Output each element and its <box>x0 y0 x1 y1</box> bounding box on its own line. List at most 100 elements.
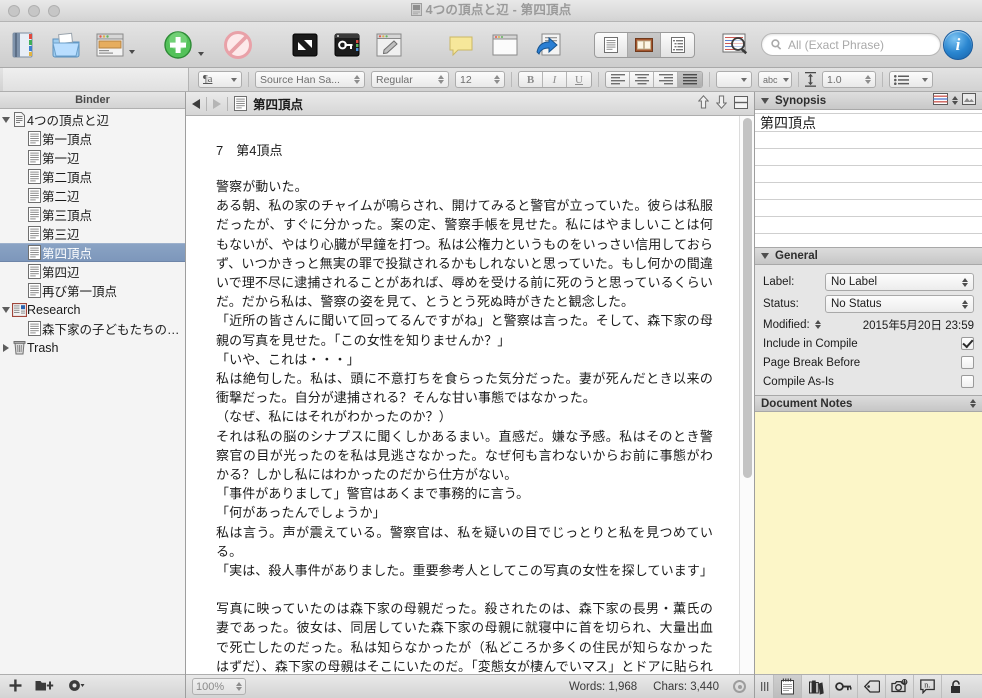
alignment-buttons[interactable] <box>605 71 703 88</box>
font-size-dropdown[interactable]: 12 <box>455 71 505 88</box>
binder-item-11[interactable]: 森下家の子どもたちの… <box>0 319 185 338</box>
font-style-dropdown[interactable]: Regular <box>371 71 449 88</box>
checkbox-row-1[interactable]: Page Break Before <box>763 353 974 372</box>
highlight-dropdown[interactable]: abc <box>758 71 792 88</box>
no-style-button[interactable] <box>222 29 254 61</box>
header-up-arrow-icon[interactable] <box>697 95 710 112</box>
line-spacing-dropdown[interactable]: 1.0 <box>822 71 876 88</box>
font-style-stepper[interactable] <box>434 75 444 84</box>
document-notes-body[interactable] <box>755 412 982 674</box>
status-dropdown[interactable]: No Status <box>825 295 974 313</box>
binder-item-5[interactable]: 第三頂点 <box>0 205 185 224</box>
align-justify-button[interactable] <box>678 72 702 87</box>
header-down-arrow-icon[interactable] <box>715 95 728 112</box>
editor-paragraph: それは私の脳のシナプスに聞くしかあるまい。直感だ。嫌な予感。私はそのとき警察官の… <box>216 428 713 483</box>
disclosure-triangle-icon[interactable] <box>0 116 11 123</box>
comment-button[interactable] <box>446 30 476 60</box>
references-tab[interactable] <box>802 674 830 698</box>
notes-tab[interactable] <box>774 674 802 698</box>
search-documents-button[interactable] <box>721 31 751 59</box>
info-button[interactable]: i <box>943 29 973 60</box>
font-family-dropdown[interactable]: Source Han Sa... <box>255 71 365 88</box>
align-left-button[interactable] <box>606 72 630 87</box>
split-editor-icon[interactable] <box>734 95 748 112</box>
line-spacing-stepper[interactable] <box>861 75 871 84</box>
view-document-button[interactable] <box>595 32 628 57</box>
underline-button[interactable]: U <box>567 72 591 87</box>
align-center-button[interactable] <box>630 72 654 87</box>
italic-button[interactable]: I <box>543 72 567 87</box>
synopsis-text[interactable]: 第四頂点 <box>755 110 982 133</box>
binder-item-6[interactable]: 第三辺 <box>0 224 185 243</box>
search-input[interactable]: All (Exact Phrase) <box>761 33 941 56</box>
binder-item-7[interactable]: 第四頂点 <box>0 243 185 262</box>
binder-item-4[interactable]: 第二辺 <box>0 186 185 205</box>
disclosure-triangle-icon[interactable] <box>0 306 11 313</box>
list-dropdown[interactable] <box>889 71 933 88</box>
bold-button[interactable]: B <box>519 72 543 87</box>
editor-vertical-scrollbar[interactable] <box>739 116 754 674</box>
inspector-resize-handle[interactable] <box>755 674 774 698</box>
synopsis-toggle-icon[interactable] <box>952 96 958 105</box>
checkbox-row-2[interactable]: Compile As-Is <box>763 372 974 391</box>
document-notes-header[interactable]: Document Notes <box>755 395 982 412</box>
text-color-dropdown[interactable] <box>716 71 752 88</box>
keywords-tab[interactable] <box>830 674 858 698</box>
add-button[interactable] <box>161 28 204 62</box>
zoom-stepper[interactable] <box>232 682 242 691</box>
export-button[interactable] <box>534 30 564 60</box>
back-arrow-icon[interactable] <box>192 98 200 109</box>
compose-mode-button[interactable] <box>290 30 320 60</box>
checkbox[interactable] <box>961 337 974 350</box>
disclosure-triangle-icon[interactable] <box>761 97 769 104</box>
add-menu-caret[interactable] <box>198 51 204 56</box>
paragraph-style-dropdown[interactable]: ¶a <box>198 71 242 88</box>
scrollbar-thumb[interactable] <box>743 118 752 478</box>
binder-item-2[interactable]: 第一辺 <box>0 148 185 167</box>
binder-item-12[interactable]: Trash <box>0 338 185 357</box>
checkbox-row-0[interactable]: Include in Compile <box>763 334 974 353</box>
binder-item-9[interactable]: 再び第一頂点 <box>0 281 185 300</box>
disclosure-triangle-icon[interactable] <box>761 253 769 259</box>
view-corkboard-button[interactable] <box>628 32 661 57</box>
add-button[interactable] <box>9 679 22 695</box>
font-family-stepper[interactable] <box>350 75 360 84</box>
snapshot-button[interactable] <box>490 30 520 60</box>
view-outliner-button[interactable] <box>661 33 694 57</box>
binder-tree[interactable]: 4つの頂点と辺 第一頂点 第一辺 第二頂点 第二辺 第三頂点 第三辺 第四頂点 第四辺 再び第一頂… <box>0 109 185 674</box>
text-style-buttons[interactable]: B I U <box>518 71 592 88</box>
inspector-menu-caret[interactable] <box>129 49 135 54</box>
image-synopsis-icon[interactable] <box>962 93 976 108</box>
editor-text[interactable]: 7 第4頂点 警察が動いた。 ある朝、私の家のチャイムが鳴らされ、開けてみると警官… <box>186 116 739 674</box>
inspector-toggle-button[interactable] <box>94 30 135 60</box>
checkbox[interactable] <box>961 375 974 388</box>
binder-item-10[interactable]: Research <box>0 300 185 319</box>
collections-button[interactable] <box>50 30 82 60</box>
binder-item-1[interactable]: 第一頂点 <box>0 129 185 148</box>
checkbox[interactable] <box>961 356 974 369</box>
font-size-stepper[interactable] <box>490 75 500 84</box>
modified-stepper-icon[interactable] <box>814 320 821 329</box>
synopsis-card[interactable]: 第四頂点 <box>755 110 982 248</box>
edit-scrivenings-button[interactable] <box>374 30 404 60</box>
gear-icon[interactable] <box>68 679 85 695</box>
binder-item-3[interactable]: 第二頂点 <box>0 167 185 186</box>
zoom-control[interactable]: 100% <box>192 678 246 695</box>
lock-button[interactable] <box>942 675 970 698</box>
card-view-icon[interactable] <box>933 93 948 108</box>
view-mode-segmented[interactable] <box>594 31 695 58</box>
binder-item-0[interactable]: 4つの頂点と辺 <box>0 110 185 129</box>
notes-stepper-icon[interactable] <box>970 399 976 408</box>
label-dropdown[interactable]: No Label <box>825 273 974 291</box>
binder-toggle-button[interactable] <box>8 30 38 60</box>
snapshots-tab[interactable] <box>886 674 914 698</box>
align-right-button[interactable] <box>654 72 678 87</box>
disclosure-triangle-icon[interactable] <box>0 343 11 352</box>
metadata-tab[interactable] <box>858 674 886 698</box>
add-folder-button[interactable] <box>35 679 55 695</box>
keywords-button[interactable] <box>332 30 362 60</box>
target-icon[interactable] <box>733 680 746 693</box>
binder-item-8[interactable]: 第四辺 <box>0 262 185 281</box>
comments-tab[interactable]: n. <box>914 674 942 698</box>
forward-arrow-icon[interactable] <box>213 98 221 109</box>
